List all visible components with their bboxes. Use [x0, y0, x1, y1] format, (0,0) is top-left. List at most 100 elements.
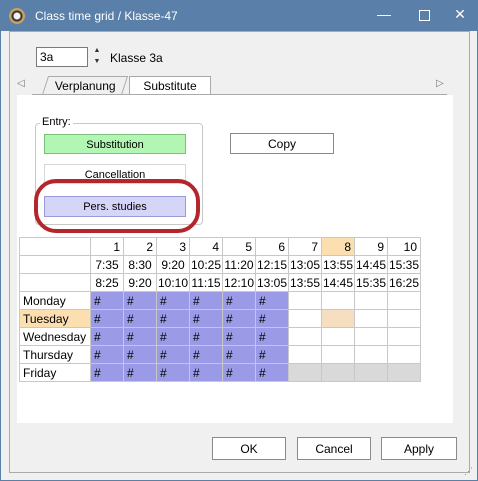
period-header[interactable]: 6 — [255, 237, 289, 256]
cancel-button[interactable]: Cancel — [297, 437, 371, 460]
day-label[interactable]: Monday — [19, 291, 91, 310]
window-title: Class time grid / Klasse-47 — [35, 9, 178, 23]
class-name-label: Klasse 3a — [110, 51, 163, 65]
day-label[interactable]: Thursday — [19, 345, 91, 364]
grid-day-row: Monday # # # # # # — [19, 291, 421, 310]
grid-cell[interactable] — [288, 309, 322, 328]
grid-cell[interactable] — [321, 345, 355, 364]
day-label[interactable]: Friday — [19, 363, 91, 382]
copy-button[interactable]: Copy — [230, 133, 334, 154]
period-start-time: 8:30 — [123, 255, 157, 274]
grid-cell[interactable]: # — [255, 345, 289, 364]
tab-scroll-right-icon[interactable]: ▷ — [436, 78, 444, 89]
grid-cell[interactable]: # — [123, 291, 157, 310]
tab-verplanung-label: Verplanung — [54, 79, 116, 93]
period-header[interactable]: 1 — [90, 237, 124, 256]
grid-day-row: Wednesday # # # # # # — [19, 327, 421, 346]
period-end-time: 16:25 — [387, 273, 421, 292]
grid-cell[interactable]: # — [255, 291, 289, 310]
substitution-button[interactable]: Substitution — [44, 134, 186, 154]
grid-cell[interactable]: # — [90, 327, 124, 346]
title-bar[interactable]: Class time grid / Klasse-47 — ✕ — [1, 1, 477, 31]
grid-cell[interactable]: # — [189, 345, 223, 364]
period-header[interactable]: 8 — [321, 237, 355, 256]
grid-day-row: Thursday # # # # # # — [19, 345, 421, 364]
grid-cell[interactable]: # — [156, 345, 190, 364]
period-header[interactable]: 5 — [222, 237, 256, 256]
period-header[interactable]: 7 — [288, 237, 322, 256]
grid-cell[interactable] — [387, 309, 421, 328]
grid-cell[interactable]: # — [222, 345, 256, 364]
grid-cell[interactable]: # — [222, 327, 256, 346]
grid-cell[interactable]: # — [123, 363, 157, 382]
grid-cell[interactable]: # — [189, 291, 223, 310]
period-start-time: 9:20 — [156, 255, 190, 274]
grid-cell[interactable]: # — [189, 309, 223, 328]
day-label[interactable]: Tuesday — [19, 309, 91, 328]
resize-grip-icon[interactable]: ⋰ — [464, 466, 473, 477]
period-header[interactable]: 9 — [354, 237, 388, 256]
grid-cell[interactable]: # — [255, 327, 289, 346]
spin-up-icon[interactable]: ▲ — [91, 46, 103, 56]
maximize-button[interactable] — [407, 1, 441, 29]
entry-legend: Entry: — [40, 116, 73, 128]
period-end-time: 9:20 — [123, 273, 157, 292]
grid-cell[interactable] — [354, 363, 388, 382]
grid-cell[interactable]: # — [90, 291, 124, 310]
grid-cell[interactable]: # — [90, 363, 124, 382]
minimize-button[interactable]: — — [367, 1, 401, 29]
grid-cell[interactable]: # — [123, 309, 157, 328]
time-grid-table: 1 2 3 4 5 6 7 8 9 10 7:35 8:30 9:20 10:25 11:20 12:15 13… — [19, 237, 421, 382]
grid-cell[interactable]: # — [222, 363, 256, 382]
grid-cell[interactable] — [354, 291, 388, 310]
apply-button[interactable]: Apply — [381, 437, 457, 460]
period-end-time: 13:05 — [255, 273, 289, 292]
grid-cell[interactable] — [387, 363, 421, 382]
period-header[interactable]: 2 — [123, 237, 157, 256]
period-end-time: 11:15 — [189, 273, 223, 292]
grid-cell[interactable] — [321, 291, 355, 310]
ok-button[interactable]: OK — [212, 437, 286, 460]
grid-cell[interactable] — [354, 345, 388, 364]
grid-cell[interactable] — [387, 291, 421, 310]
tab-substitute[interactable]: Substitute — [129, 76, 211, 95]
close-button[interactable]: ✕ — [443, 1, 477, 29]
grid-cell[interactable] — [288, 345, 322, 364]
grid-cell[interactable]: # — [189, 363, 223, 382]
grid-cell[interactable] — [321, 309, 355, 328]
grid-cell[interactable]: # — [222, 309, 256, 328]
day-label[interactable]: Wednesday — [19, 327, 91, 346]
period-header[interactable]: 4 — [189, 237, 223, 256]
grid-cell[interactable] — [288, 327, 322, 346]
grid-cell[interactable]: # — [156, 291, 190, 310]
grid-cell[interactable] — [387, 327, 421, 346]
grid-cell[interactable] — [354, 327, 388, 346]
grid-cell[interactable]: # — [222, 291, 256, 310]
grid-cell[interactable]: # — [189, 327, 223, 346]
grid-cell[interactable] — [387, 345, 421, 364]
period-start-time: 7:35 — [90, 255, 124, 274]
grid-cell[interactable]: # — [90, 345, 124, 364]
period-header[interactable]: 3 — [156, 237, 190, 256]
grid-cell[interactable]: # — [156, 327, 190, 346]
grid-cell[interactable] — [354, 309, 388, 328]
grid-cell[interactable] — [321, 363, 355, 382]
grid-cell[interactable]: # — [123, 327, 157, 346]
tab-scroll-left-icon[interactable]: ◁ — [17, 78, 25, 89]
spin-down-icon[interactable]: ▼ — [91, 57, 103, 67]
grid-cell[interactable]: # — [156, 309, 190, 328]
period-header[interactable]: 10 — [387, 237, 421, 256]
tab-verplanung[interactable]: Verplanung — [41, 76, 129, 95]
grid-cell[interactable]: # — [255, 363, 289, 382]
grid-start-row: 7:35 8:30 9:20 10:25 11:20 12:15 13:05 13:55 14:… — [19, 255, 421, 274]
grid-cell[interactable]: # — [90, 309, 124, 328]
grid-cell[interactable] — [288, 363, 322, 382]
grid-cell[interactable] — [321, 327, 355, 346]
grid-cell[interactable]: # — [156, 363, 190, 382]
grid-cell[interactable]: # — [123, 345, 157, 364]
class-input[interactable]: 3a — [36, 47, 88, 67]
grid-cell[interactable] — [288, 291, 322, 310]
app-icon — [9, 8, 25, 24]
period-start-time: 11:20 — [222, 255, 256, 274]
grid-cell[interactable]: # — [255, 309, 289, 328]
